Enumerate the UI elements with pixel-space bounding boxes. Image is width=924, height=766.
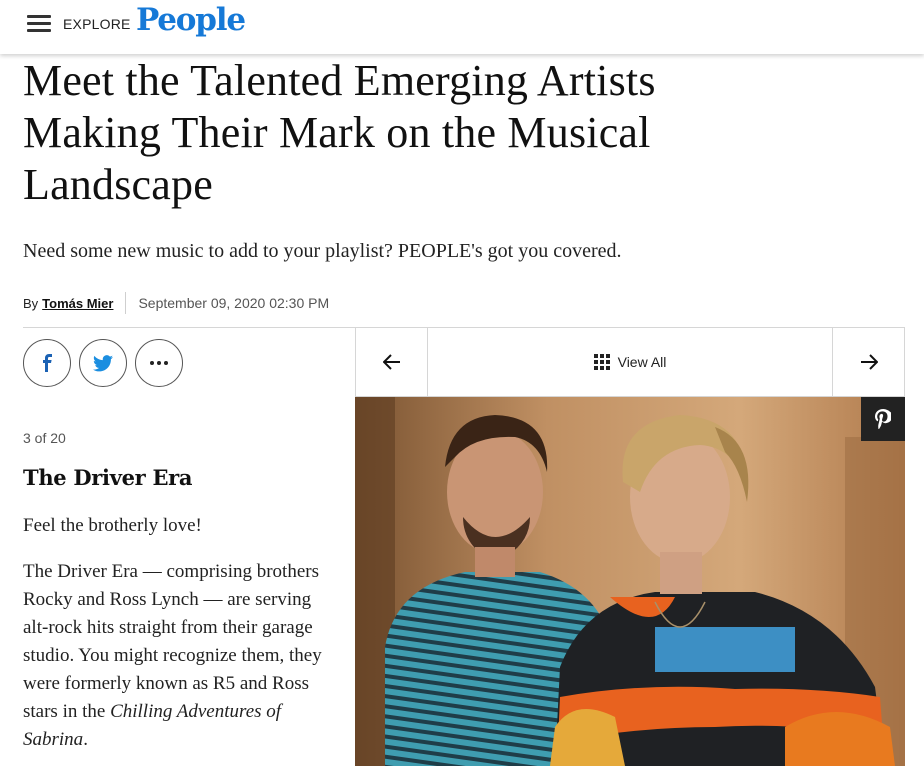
slide-lead: Feel the brotherly love! <box>23 515 202 536</box>
slide-body: The Driver Era — comprising brothers Roc… <box>23 558 338 754</box>
previous-slide-button[interactable] <box>356 327 428 396</box>
next-slide-button[interactable] <box>832 327 904 396</box>
grid-icon <box>593 353 610 370</box>
facebook-share-button[interactable] <box>23 339 71 387</box>
byline: By Tomás Mier September 09, 2020 02:30 P… <box>23 292 329 314</box>
more-icon <box>150 361 168 365</box>
more-share-button[interactable] <box>135 339 183 387</box>
slide-body-end: . <box>83 729 88 750</box>
people-logo[interactable]: People <box>136 2 246 38</box>
menu-icon[interactable] <box>27 15 52 33</box>
view-all-label: View All <box>617 353 667 370</box>
gallery-nav: View All <box>355 327 905 397</box>
explore-link[interactable]: EXPLORE <box>63 16 131 32</box>
slide-counter: 3 of 20 <box>23 430 66 446</box>
article-dek: Need some new music to add to your playl… <box>23 240 622 262</box>
article-headline: Meet the Talented Emerging Artists Makin… <box>23 56 656 209</box>
band-photo-illustration <box>355 397 905 766</box>
byline-prefix: By <box>23 295 39 311</box>
twitter-share-button[interactable] <box>79 339 127 387</box>
pinterest-icon <box>875 409 891 429</box>
author-link[interactable]: Tomás Mier <box>42 296 113 311</box>
slide-photo <box>355 397 905 766</box>
arrow-left-icon <box>382 353 400 370</box>
twitter-icon <box>93 354 113 371</box>
facebook-icon <box>43 354 52 372</box>
view-all-button[interactable]: View All <box>428 327 832 396</box>
slide-title: The Driver Era <box>23 465 193 490</box>
byline-divider <box>125 292 127 314</box>
publish-date: September 09, 2020 02:30 PM <box>138 295 330 311</box>
arrow-right-icon <box>860 353 878 370</box>
slide-body-text: The Driver Era — comprising brothers Roc… <box>23 561 322 722</box>
site-header: EXPLORE People <box>0 0 924 54</box>
pinterest-button[interactable] <box>861 397 905 441</box>
